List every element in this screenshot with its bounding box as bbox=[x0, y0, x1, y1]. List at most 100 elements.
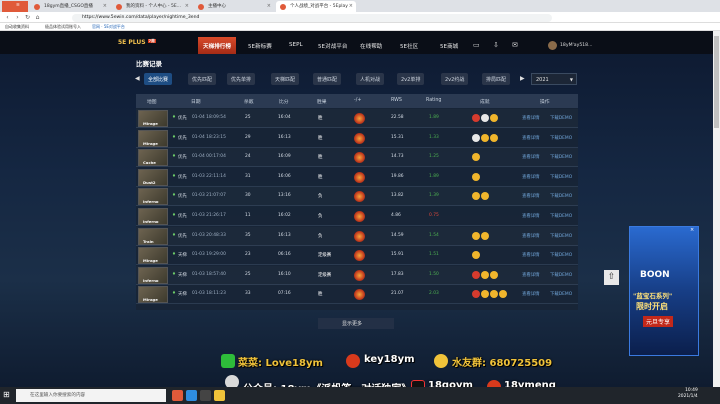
back-icon[interactable]: ‹ bbox=[4, 14, 11, 21]
match-date: 01-03 18:57:40 bbox=[192, 271, 226, 277]
key-icon bbox=[346, 354, 360, 368]
nav-platform[interactable]: 5E对战平台 bbox=[318, 42, 347, 50]
view-detail-link[interactable]: 查看详情 bbox=[522, 291, 540, 297]
result: 胜 bbox=[318, 135, 323, 141]
filter-bot[interactable]: 人机对战 bbox=[356, 73, 385, 85]
mode-icon: ♦ bbox=[172, 232, 176, 238]
download-demo-link[interactable]: 下载DEMO bbox=[550, 193, 572, 199]
filter-ladder[interactable]: 天梯匹配 bbox=[271, 73, 300, 85]
filter-normal[interactable]: 普通匹配 bbox=[313, 73, 342, 85]
nav-help[interactable]: 在线帮助 bbox=[360, 42, 382, 50]
taskbar-search[interactable]: 在这里输入你要搜索的内容 bbox=[16, 389, 166, 402]
username[interactable]: 18yM'ay518... bbox=[560, 43, 592, 48]
download-demo-link[interactable]: 下载DEMO bbox=[550, 154, 572, 160]
view-detail-link[interactable]: 查看详情 bbox=[522, 193, 540, 199]
achievement-gold-icon bbox=[490, 270, 498, 279]
filter-2v2-solo[interactable]: 2v2单排 bbox=[397, 73, 425, 85]
rws: 14.73 bbox=[391, 154, 404, 160]
rating: 1.51 bbox=[429, 252, 439, 258]
url-input[interactable]: https://www.5ewin.com/data/player/nighti… bbox=[72, 14, 552, 22]
back-to-top-button[interactable]: ⇧ bbox=[604, 270, 619, 285]
taskbar-app-folder-icon[interactable] bbox=[214, 390, 225, 401]
view-detail-link[interactable]: 查看详情 bbox=[522, 115, 540, 121]
view-detail-link[interactable]: 查看详情 bbox=[522, 233, 540, 239]
view-detail-link[interactable]: 查看详情 bbox=[522, 272, 540, 278]
filter-rank-match[interactable]: 排局匹配 bbox=[482, 73, 511, 85]
taskbar-clock: 10:49 2021/1/4 bbox=[678, 388, 698, 399]
result: 胜 bbox=[318, 116, 323, 121]
map-name: Mirage bbox=[143, 297, 158, 303]
score: 06:16 bbox=[278, 252, 291, 258]
download-icon[interactable]: ⇩ bbox=[493, 41, 499, 49]
filter-priority[interactable]: 优先匹配 bbox=[188, 73, 217, 85]
map-thumbnail: Train bbox=[138, 227, 168, 245]
filter-priority-solo[interactable]: 优先单排 bbox=[227, 73, 256, 85]
site-logo[interactable]: 5E PLUS 7周 bbox=[118, 39, 156, 46]
table-row: Train ♦ 优先 01-03 20:48:33 35 16:13 负 14.… bbox=[136, 227, 578, 246]
avatar[interactable] bbox=[548, 41, 557, 50]
tab-match-record[interactable]: 个人战绩_对战平台 - 5Eplay × bbox=[276, 1, 356, 12]
browser-menu-button[interactable]: ≡ bbox=[2, 1, 28, 12]
match-date: 01-04 18:23:15 bbox=[192, 134, 226, 140]
kills: 25 bbox=[245, 271, 251, 277]
download-demo-link[interactable]: 下载DEMO bbox=[550, 233, 572, 239]
match-mode: 优先 bbox=[178, 233, 187, 239]
view-detail-link[interactable]: 查看详情 bbox=[522, 252, 540, 258]
view-detail-link[interactable]: 查看详情 bbox=[522, 174, 540, 180]
home-icon[interactable]: ⌂ bbox=[34, 14, 41, 21]
ad-close-icon[interactable]: × bbox=[690, 227, 694, 233]
download-demo-link[interactable]: 下载DEMO bbox=[550, 272, 572, 278]
download-demo-link[interactable]: 下载DEMO bbox=[550, 213, 572, 219]
result: 定级赛 bbox=[318, 253, 332, 259]
rating: 1.54 bbox=[429, 232, 439, 238]
rank-change-icon bbox=[354, 269, 365, 281]
score: 16:10 bbox=[278, 271, 291, 277]
map-thumbnail: Dust2 bbox=[138, 168, 168, 186]
download-demo-link[interactable]: 下载DEMO bbox=[550, 135, 572, 141]
col-score: 比分 bbox=[279, 100, 289, 105]
windows-start-icon[interactable]: ⊞ bbox=[3, 390, 10, 399]
tab-profile[interactable]: 我的资料 - 个人中心 - 5E... × bbox=[112, 1, 192, 12]
mode-icon: ♦ bbox=[172, 154, 176, 160]
forward-icon[interactable]: › bbox=[14, 14, 21, 21]
map-name: Cache bbox=[143, 160, 156, 166]
nav-store[interactable]: 5E商城 bbox=[440, 42, 458, 50]
achievement-gold-icon bbox=[481, 290, 489, 299]
bookmark-1[interactable]: 自动收集资料 bbox=[5, 24, 29, 30]
filter-prev-icon[interactable]: ◀ bbox=[135, 75, 140, 82]
taskbar-app-obs-icon[interactable] bbox=[200, 390, 211, 401]
nav-ladder-rank[interactable]: 天梯排行榜 bbox=[198, 37, 236, 54]
download-demo-link[interactable]: 下载DEMO bbox=[550, 252, 572, 258]
overlay-qq: 水友群: 680725509 bbox=[452, 358, 553, 369]
match-mode: 优先 bbox=[178, 174, 187, 180]
match-date: 01-03 22:11:14 bbox=[192, 173, 226, 179]
taskbar-app-edge-icon[interactable] bbox=[186, 390, 197, 401]
tv-icon[interactable]: ▭ bbox=[473, 41, 480, 49]
show-more-button[interactable]: 显示更多 bbox=[318, 318, 394, 329]
nav-community[interactable]: 5E社区 bbox=[400, 42, 418, 50]
download-demo-link[interactable]: 下载DEMO bbox=[550, 291, 572, 297]
match-date: 01-04 18:09:54 bbox=[192, 115, 226, 120]
table-row: Inferno ♦ 优先 01-03 21:26:17 11 16:02 负 4… bbox=[136, 207, 578, 226]
view-detail-link[interactable]: 查看详情 bbox=[522, 135, 540, 141]
filter-next-icon[interactable]: ▶ bbox=[520, 75, 525, 82]
nav-5e-league[interactable]: 5E新标赛 bbox=[248, 42, 272, 50]
download-demo-link[interactable]: 下载DEMO bbox=[550, 174, 572, 180]
tab-18gym[interactable]: 18gym直播_CSGO直播 × bbox=[30, 1, 110, 12]
tab-anchor-center[interactable]: 主播中心 × bbox=[194, 1, 274, 12]
view-detail-link[interactable]: 查看详情 bbox=[522, 154, 540, 160]
view-detail-link[interactable]: 查看详情 bbox=[522, 213, 540, 219]
notification-icon[interactable]: ✉ bbox=[512, 41, 518, 49]
filter-2v2-challenge[interactable]: 2v2约战 bbox=[441, 73, 469, 85]
scrollbar-thumb[interactable] bbox=[714, 36, 719, 128]
result: 负 bbox=[318, 194, 323, 200]
taskbar-app-browser-icon[interactable] bbox=[172, 390, 183, 401]
reload-icon[interactable]: ↻ bbox=[24, 14, 31, 21]
bookmark-3[interactable]: 官网 · 5E对战平台 bbox=[92, 24, 125, 30]
filter-all[interactable]: 全部比赛 bbox=[144, 73, 173, 85]
nav-sepl[interactable]: SEPL bbox=[289, 42, 303, 48]
year-select[interactable]: 2021 ▼ bbox=[531, 73, 577, 85]
rating: 1.89 bbox=[429, 173, 439, 179]
bookmark-2[interactable]: 极品体验试用账号入 bbox=[45, 24, 81, 30]
download-demo-link[interactable]: 下载DEMO bbox=[550, 115, 572, 121]
